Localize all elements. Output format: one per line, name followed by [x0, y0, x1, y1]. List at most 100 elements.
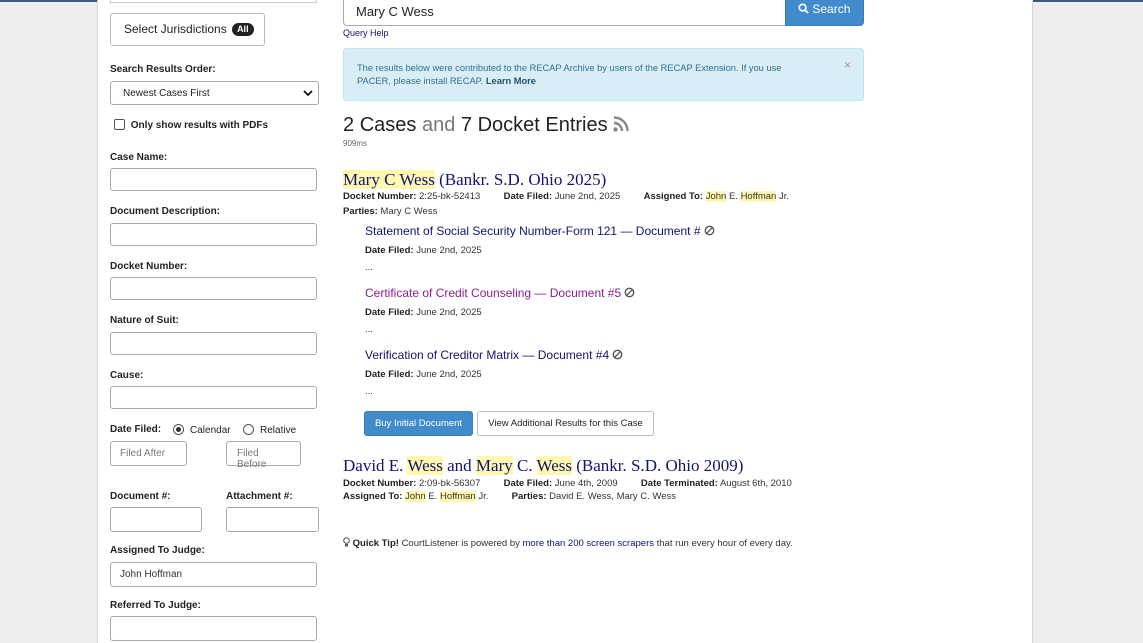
result-2-filed-label: Date Filed:: [503, 478, 553, 489]
search-timing: 909ms: [343, 139, 368, 148]
docket-entry-sep: —: [522, 348, 535, 362]
filed-after-placeholder: Filed After: [120, 448, 166, 459]
result-2-title-b-first: Mary: [475, 456, 513, 475]
docket-entry-filed-value: June 2nd, 2025: [416, 307, 482, 318]
relative-radio-row[interactable]: Relative: [243, 424, 297, 437]
document-num-input[interactable]: [110, 507, 202, 532]
calendar-radio[interactable]: [173, 424, 184, 435]
search-input[interactable]: Mary C Wess: [343, 0, 787, 26]
assigned-judge-input[interactable]: John Hoffman: [110, 562, 317, 587]
calendar-radio-row[interactable]: Calendar: [173, 424, 231, 436]
docket-number-label: Docket Number:: [110, 261, 188, 272]
chevron-down-icon: [303, 90, 313, 97]
result-2-title-a-first: David E.: [343, 456, 404, 475]
cases-word: Cases: [359, 114, 417, 136]
doc-desc-input[interactable]: [110, 223, 317, 246]
result-1-assigned-mid: E.: [728, 191, 738, 202]
select-jurisdictions-button[interactable]: Select Jurisdictions All: [110, 13, 265, 46]
result-1-parties: Parties: Mary C Wess: [343, 206, 437, 217]
docket-entry-sep: —: [534, 286, 547, 300]
quick-tip-link[interactable]: more than 200 screen scrapers: [523, 538, 654, 549]
docket-number-input[interactable]: [110, 277, 317, 300]
docket-entry-doc: Document #4: [537, 348, 610, 362]
search-button[interactable]: Search: [785, 0, 864, 26]
docket-entry-link[interactable]: Statement of Social Security Number-Form…: [365, 224, 715, 238]
relative-radio-label: Relative: [260, 425, 297, 437]
recap-alert-text: The results below were contributed to th…: [357, 63, 782, 86]
result-1-assigned-first: John: [705, 191, 727, 202]
recap-alert: The results below were contributed to th…: [343, 48, 864, 101]
document-num-label: Document #:: [110, 491, 171, 502]
docket-entry-doc: Document #5: [549, 286, 622, 300]
search-button-label: Search: [812, 2, 851, 16]
cause-label: Cause:: [110, 370, 144, 381]
order-select[interactable]: Newest Cases First: [110, 81, 319, 105]
filed-before-placeholder: Filed Before: [237, 448, 267, 470]
docket-entry-title: Statement of Social Security Number-Form…: [365, 224, 618, 238]
nature-of-suit-label: Nature of Suit:: [110, 315, 179, 326]
search-icon: [798, 3, 809, 14]
result-1-docket-value: 2:25-bk-52413: [419, 191, 481, 202]
docket-entry-filed-label: Date Filed:: [365, 245, 414, 256]
result-1-parties-value: Mary C Wess: [380, 206, 438, 217]
filed-before-input[interactable]: Filed Before: [226, 441, 301, 470]
docket-entry: Statement of Social Security Number-Form…: [365, 224, 715, 273]
pdf-only-checkbox[interactable]: [114, 119, 125, 130]
jurisdictions-badge: All: [232, 23, 254, 36]
rss-icon[interactable]: [613, 116, 629, 132]
docket-entry-sep: —: [620, 224, 633, 238]
docket-entry-ellipsis: ...: [365, 262, 373, 273]
case-name-input[interactable]: [110, 168, 317, 191]
result-1-filed-label: Date Filed:: [503, 191, 553, 202]
result-2-parties-label: Parties:: [511, 491, 547, 502]
referred-judge-input[interactable]: [110, 616, 317, 641]
result-1-docket-label: Docket Number:: [343, 191, 417, 202]
result-2-assigned-label: Assigned To:: [343, 491, 403, 502]
result-1-title-name: Mary C Wess: [343, 170, 435, 189]
close-icon[interactable]: ×: [844, 58, 851, 72]
docket-entry: Verification of Creditor Matrix — Docume…: [365, 348, 623, 397]
result-2-assigned-mid: E.: [428, 491, 438, 502]
referred-judge-label: Referred To Judge:: [110, 600, 201, 611]
view-additional-results-button[interactable]: View Additional Results for this Case: [477, 411, 654, 436]
result-1-filed-value: June 2nd, 2025: [554, 191, 621, 202]
learn-more-link[interactable]: Learn More: [486, 76, 536, 86]
result-2-parties-value: David E. Wess, Mary C. Wess: [549, 491, 677, 502]
result-1-title[interactable]: Mary C Wess (Bankr. S.D. Ohio 2025): [343, 170, 606, 190]
relative-radio[interactable]: [243, 424, 254, 435]
result-2-docket-value: 2:09-bk-56307: [419, 478, 481, 489]
result-1-title-court: (Bankr. S.D. Ohio 2025): [439, 170, 607, 189]
view-additional-results-label: View Additional Results for this Case: [488, 418, 643, 429]
result-2-docket-label: Docket Number:: [343, 478, 417, 489]
docket-entry-link[interactable]: Verification of Creditor Matrix — Docume…: [365, 348, 623, 362]
lightbulb-icon: [343, 537, 350, 547]
nature-of-suit-input[interactable]: [110, 332, 317, 355]
order-label: Search Results Order:: [110, 64, 216, 75]
docket-entry-filed-value: June 2nd, 2025: [416, 369, 482, 380]
result-2-terminated-value: August 6th, 2010: [719, 478, 792, 489]
query-help-link[interactable]: Query Help: [343, 28, 389, 38]
results-summary: 2 Cases and 7 Docket Entries: [343, 114, 629, 137]
attachment-num-label: Attachment #:: [226, 491, 293, 502]
result-1-assigned-last: Hoffman: [740, 191, 777, 202]
pdf-only-checkbox-row[interactable]: Only show results with PDFs: [114, 119, 268, 131]
result-2-assigned-first: John: [405, 491, 426, 502]
and-word: and: [421, 114, 456, 136]
result-2-title-b-mid: C.: [516, 456, 533, 475]
docket-entry-link[interactable]: Certificate of Credit Counseling — Docum…: [365, 286, 635, 300]
order-select-value: Newest Cases First: [123, 88, 210, 99]
result-2-title-a-last: Wess: [407, 456, 443, 475]
docket-entry: Certificate of Credit Counseling — Docum…: [365, 286, 635, 335]
buy-initial-document-button[interactable]: Buy Initial Document: [364, 411, 473, 436]
result-2-meta-2: Assigned To: John E. Hoffman Jr. Parties…: [343, 491, 676, 502]
attachment-num-input[interactable]: [226, 507, 319, 532]
cause-input[interactable]: [110, 386, 317, 409]
sidebar-top-edge: [110, 0, 317, 3]
select-jurisdictions-label: Select Jurisdictions: [124, 22, 227, 36]
docket-entry-title: Verification of Creditor Matrix: [365, 348, 520, 362]
filed-after-input[interactable]: Filed After: [110, 441, 187, 466]
result-2-title[interactable]: David E. Wess and Mary C. Wess (Bankr. S…: [343, 456, 743, 476]
date-filed-label: Date Filed:: [110, 424, 162, 435]
quick-tip-text-after: that run every hour of every day.: [656, 538, 793, 549]
assigned-judge-value: John Hoffman: [120, 569, 183, 580]
